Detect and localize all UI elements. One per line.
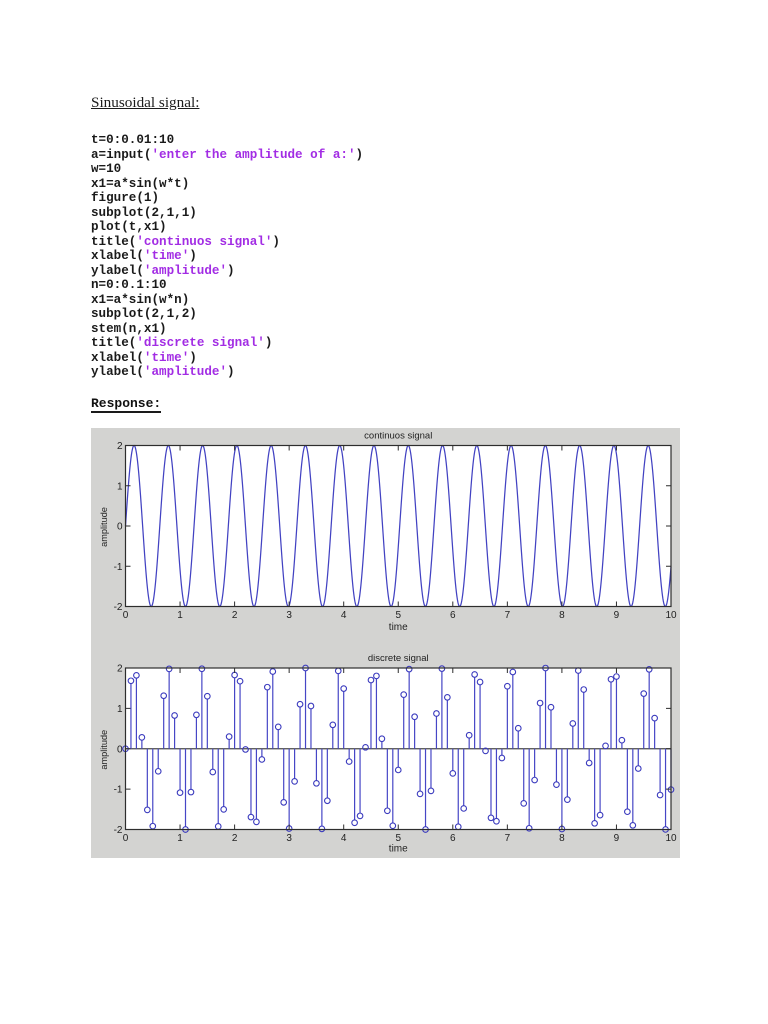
- svg-text:-2: -2: [114, 602, 123, 613]
- svg-text:8: 8: [559, 833, 565, 844]
- svg-text:continuos signal: continuos signal: [364, 431, 432, 442]
- svg-text:discrete signal: discrete signal: [368, 653, 429, 664]
- svg-text:2: 2: [117, 664, 123, 675]
- svg-text:0: 0: [123, 833, 129, 844]
- svg-text:1: 1: [117, 704, 123, 715]
- svg-text:10: 10: [665, 610, 677, 621]
- svg-text:2: 2: [232, 610, 238, 621]
- svg-text:4: 4: [341, 833, 347, 844]
- svg-text:1: 1: [177, 610, 183, 621]
- svg-text:1: 1: [117, 481, 123, 492]
- svg-text:3: 3: [286, 610, 292, 621]
- svg-text:3: 3: [286, 833, 292, 844]
- svg-text:6: 6: [450, 610, 456, 621]
- svg-text:10: 10: [665, 833, 677, 844]
- svg-text:-2: -2: [114, 825, 123, 836]
- svg-text:8: 8: [559, 610, 565, 621]
- svg-text:5: 5: [395, 833, 401, 844]
- svg-text:5: 5: [395, 610, 401, 621]
- svg-text:1: 1: [177, 833, 183, 844]
- svg-text:time: time: [389, 844, 408, 855]
- svg-text:7: 7: [505, 610, 511, 621]
- svg-text:9: 9: [614, 610, 620, 621]
- svg-text:9: 9: [614, 833, 620, 844]
- svg-text:-1: -1: [114, 785, 123, 796]
- svg-text:6: 6: [450, 833, 456, 844]
- svg-text:amplitude: amplitude: [99, 730, 109, 770]
- svg-text:0: 0: [117, 744, 123, 755]
- svg-text:2: 2: [232, 833, 238, 844]
- svg-text:2: 2: [117, 441, 123, 452]
- svg-text:7: 7: [505, 833, 511, 844]
- svg-text:4: 4: [341, 610, 347, 621]
- svg-text:0: 0: [123, 610, 129, 621]
- svg-text:time: time: [389, 622, 408, 633]
- svg-text:-1: -1: [114, 562, 123, 573]
- svg-text:0: 0: [117, 522, 123, 533]
- svg-text:amplitude: amplitude: [99, 507, 109, 547]
